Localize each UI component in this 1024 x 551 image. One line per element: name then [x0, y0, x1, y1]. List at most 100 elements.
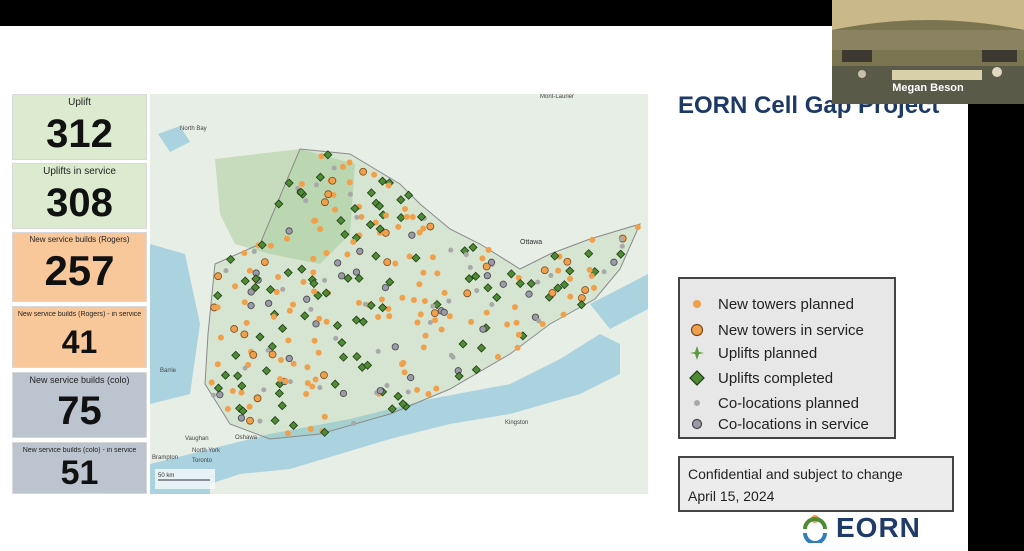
- new-tower-marker: [358, 213, 365, 220]
- new-tower-marker: [284, 430, 291, 437]
- co-location-marker: [210, 392, 216, 398]
- new-tower-in-service-marker: [324, 190, 333, 199]
- co-location-in-service-marker: [285, 354, 293, 363]
- legend-label: New towers in service: [718, 321, 864, 339]
- co-location-in-service-marker: [407, 374, 415, 382]
- new-tower-marker: [432, 317, 439, 324]
- new-tower-marker: [224, 405, 231, 412]
- new-tower-in-service-marker: [249, 350, 258, 359]
- co-location-marker: [430, 303, 436, 309]
- co-location-marker: [427, 319, 433, 325]
- co-location-marker: [619, 243, 625, 249]
- new-tower-in-service-marker: [540, 266, 549, 275]
- new-tower-marker: [479, 255, 486, 262]
- new-tower-marker: [420, 269, 427, 276]
- new-tower-marker: [399, 361, 406, 368]
- co-location-in-service-marker: [479, 325, 487, 333]
- new-tower-marker: [409, 214, 416, 221]
- co-location-in-service-marker: [247, 302, 255, 310]
- new-tower-marker: [346, 179, 353, 186]
- new-tower-marker: [402, 205, 409, 212]
- green-sparkle-icon: [686, 342, 708, 364]
- legend-label: Uplifts completed: [718, 369, 834, 387]
- orange-dot-icon: [686, 293, 708, 315]
- map-label-mont-laurier: Mont-Laurier: [540, 94, 574, 100]
- new-tower-marker: [317, 226, 324, 233]
- co-location-in-service-marker: [312, 320, 320, 328]
- new-tower-marker: [494, 353, 501, 360]
- new-tower-marker: [285, 337, 292, 344]
- co-location-marker: [223, 268, 229, 274]
- eorn-logo-icon: [803, 515, 827, 543]
- new-tower-marker: [514, 344, 521, 351]
- new-tower-marker: [307, 425, 314, 432]
- stat-value: 312: [46, 112, 113, 156]
- co-location-marker: [354, 214, 360, 220]
- new-tower-marker: [371, 171, 378, 178]
- new-tower-marker: [241, 299, 248, 306]
- new-tower-marker: [298, 180, 305, 187]
- new-tower-marker: [515, 331, 522, 338]
- co-location-in-service-marker: [237, 414, 246, 422]
- stat-value: 308: [46, 181, 113, 225]
- new-tower-marker: [386, 313, 393, 320]
- map-label-ottawa: Ottawa: [520, 239, 542, 246]
- co-location-marker: [474, 288, 480, 294]
- new-tower-marker: [217, 334, 224, 341]
- new-tower-marker: [416, 281, 423, 288]
- new-tower-marker: [414, 319, 421, 326]
- new-tower-marker: [303, 391, 310, 398]
- new-tower-marker: [208, 379, 215, 386]
- co-location-marker: [446, 298, 452, 304]
- new-tower-marker: [425, 391, 432, 398]
- green-diamond-icon: [686, 367, 708, 389]
- new-tower-marker: [277, 376, 284, 383]
- orange-ringed-dot-icon: [686, 319, 708, 341]
- stat-label: New service builds (Rogers) - in service: [17, 311, 142, 318]
- new-tower-marker: [238, 389, 245, 396]
- stat-value: 75: [57, 389, 102, 433]
- co-location-marker: [448, 247, 454, 253]
- new-tower-in-service-marker: [260, 258, 269, 266]
- co-location-in-service-marker: [303, 295, 311, 303]
- co-location-marker: [384, 382, 390, 388]
- new-tower-marker: [267, 242, 274, 249]
- stat-value: 257: [44, 247, 115, 294]
- new-tower-marker: [422, 332, 429, 339]
- new-tower-marker: [232, 283, 239, 290]
- new-tower-marker: [277, 356, 284, 363]
- new-tower-marker: [283, 235, 290, 242]
- co-location-marker: [618, 236, 624, 242]
- new-tower-marker: [410, 296, 417, 303]
- new-tower-marker: [229, 387, 236, 394]
- map-label-kingston: Kingston: [505, 420, 528, 426]
- new-tower-marker: [311, 288, 318, 295]
- new-tower-marker: [246, 267, 253, 274]
- co-location-in-service-marker: [334, 259, 342, 267]
- stat-label: New service builds (Rogers): [29, 235, 130, 244]
- stat-value: 41: [61, 324, 98, 360]
- co-location-marker: [448, 352, 454, 358]
- new-tower-marker: [323, 250, 330, 257]
- participant-video[interactable]: Megan Beson: [832, 0, 1024, 104]
- new-tower-marker: [286, 307, 293, 314]
- new-tower-in-service-marker: [320, 371, 328, 380]
- coverage-map[interactable]: Mont-Laurier North Bay Ottawa Barrie Osh…: [150, 94, 648, 494]
- new-tower-marker: [275, 274, 282, 281]
- new-tower-in-service-marker: [240, 330, 249, 339]
- new-tower-marker: [504, 321, 511, 328]
- map-label-north-bay: North Bay: [180, 126, 207, 132]
- co-location-marker: [303, 198, 309, 204]
- new-tower-marker: [375, 314, 382, 321]
- new-tower-in-service-marker: [253, 394, 262, 403]
- new-tower-marker: [539, 321, 546, 328]
- co-location-marker: [322, 277, 328, 283]
- co-location-marker: [261, 387, 267, 393]
- co-location-in-service-marker: [376, 387, 384, 395]
- scale-bar-bg: [155, 469, 215, 489]
- new-tower-marker: [300, 278, 307, 285]
- new-tower-marker: [399, 294, 406, 301]
- map-label-oshawa: Oshawa: [235, 435, 258, 441]
- scale-bar-label: 50 km: [158, 473, 174, 479]
- confidential-notice: Confidential and subject to change April…: [678, 456, 954, 512]
